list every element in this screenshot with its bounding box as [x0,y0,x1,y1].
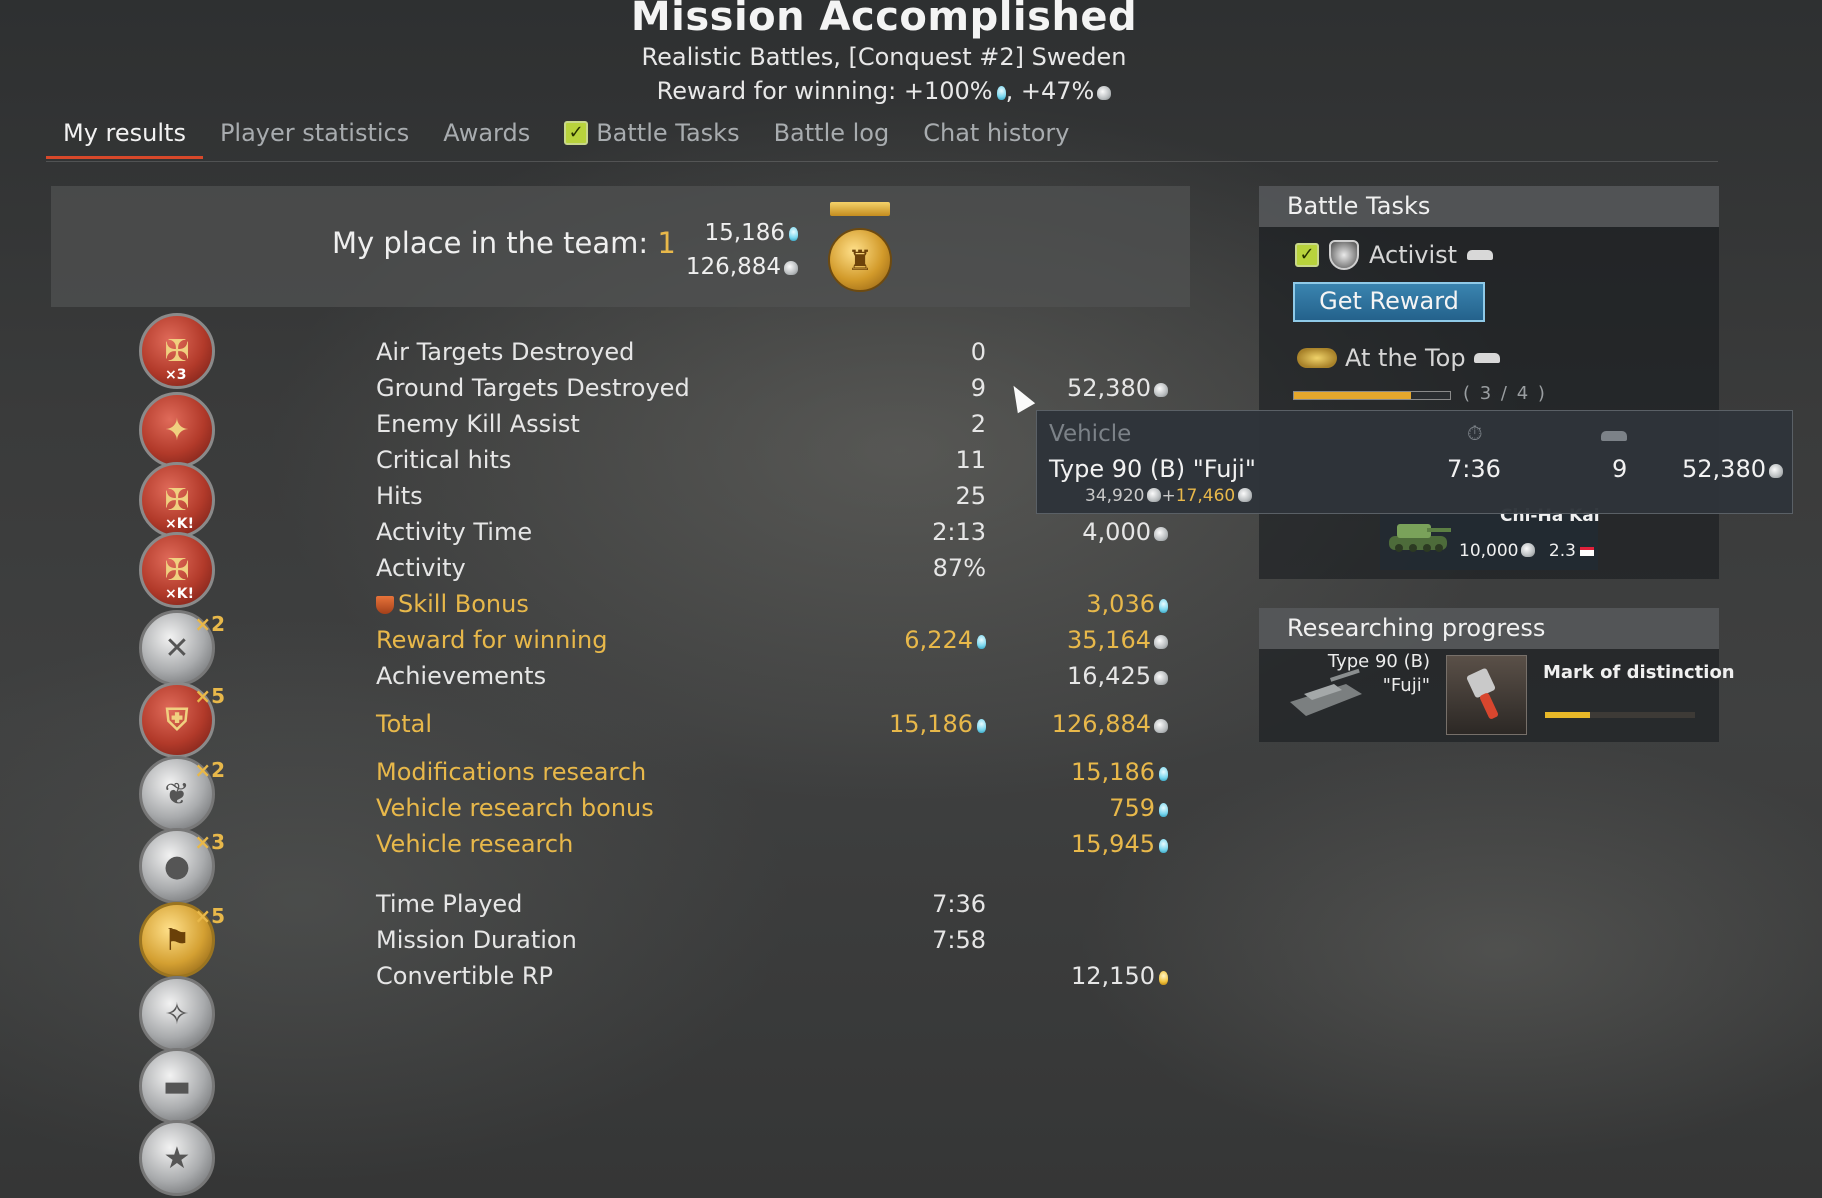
tank-icon [1467,250,1494,260]
medal-ribbon [830,202,890,216]
ground-kills-xk-2-icon[interactable]: ✠ ×K! [139,532,215,608]
task-progress-bar [1293,391,1451,400]
star-medal-icon[interactable]: ★ [139,1120,215,1196]
ground-kills-x3-icon[interactable]: ✠ ×3 [139,313,215,389]
research-progress-fill [1545,712,1590,718]
stat-activity-time: Activity Time 2:13 4,000 [376,518,1186,552]
ground-kills-xk-icon[interactable]: ✠ ×K! [139,462,215,538]
eagle-icon[interactable]: ❦ ×2 [139,756,225,832]
bomb-icon[interactable]: ● ×3 [139,828,225,904]
japan-flag-icon [1579,547,1594,556]
tab-battle-log[interactable]: Battle log [757,115,907,159]
stat-activity: Activity 87% [376,554,986,582]
stat-convertible-rp: Convertible RP 12,150 [376,962,1186,996]
task-progress-text: ( 3 / 4 ) [1463,383,1547,404]
tab-my-results[interactable]: My results [46,115,203,159]
stat-skill-bonus: Skill Bonus 3,036 [376,590,1186,624]
tabs-divider [46,161,1718,162]
reward-sl: +47% [1021,77,1111,105]
gold-flag-icon[interactable]: ⚑ ×5 [139,902,225,978]
tab-awards[interactable]: Awards [426,115,547,159]
results-tabs: My results Player statistics Awards ✓ Ba… [46,115,1086,159]
wreath-icon[interactable]: ✧ [139,976,215,1052]
wings-icon [1297,348,1337,368]
stat-modifications-research: Modifications research 15,186 [376,758,1186,792]
battle-tasks-title: Battle Tasks [1259,186,1719,227]
get-reward-button[interactable]: Get Reward [1293,282,1485,322]
tab-battle-tasks[interactable]: ✓ Battle Tasks [547,115,756,159]
team-place-value: 1 [657,226,676,260]
brush-icon[interactable] [1446,655,1527,735]
stat-air-targets: Air Targets Destroyed 0 [376,338,986,366]
gold-medal-icon: ♜ [828,228,892,292]
shield-icon [1329,240,1359,270]
tank-icon [1389,524,1451,552]
tank-icon [1473,353,1500,363]
page-title: Mission Accomplished [630,0,1138,40]
red-shield-icon[interactable]: ⛨ ×5 [139,682,225,758]
place-sl: 126,884 [680,250,798,284]
stat-total: Total 15,186 126,884 [376,710,1186,744]
stat-mission-duration: Mission Duration 7:58 [376,926,986,954]
checkmark-icon: ✓ [1295,243,1319,267]
research-vehicle-name: Type 90 (B) "Fuji" [1327,651,1430,696]
winning-reward-line: Reward for winning: +100%, +47% [0,77,1768,105]
reward-vehicle-stats: 10,000 2.3 [1459,541,1594,561]
team-place: My place in the team: 1 [332,226,676,260]
crossed-swords-icon[interactable]: ✕ ×2 [139,610,225,686]
task-at-the-top[interactable]: At the Top [1297,344,1500,372]
task-activist[interactable]: ✓ Activist [1295,240,1494,270]
reward-rp: +100% [904,77,1006,105]
timer-icon: ⏱ [1467,421,1483,445]
stat-time-played: Time Played 7:36 [376,890,986,918]
team-place-rewards: 15,186 126,884 [680,216,798,284]
research-progress-bar [1545,712,1695,718]
assist-icon[interactable]: ✦ [139,392,215,468]
research-title: Researching progress [1259,608,1719,649]
mission-subtitle: Realistic Battles, [Conquest #2] Sweden [641,43,1127,71]
tank-icon [1601,431,1627,441]
stat-vehicle-research-bonus: Vehicle research bonus 759 [376,794,1186,828]
checkmark-icon: ✓ [564,121,589,145]
research-item-name: Mark of distinction [1543,662,1735,683]
stat-reward-winning: Reward for winning 6,224 35,164 [376,626,1186,660]
task-progress-fill [1294,392,1411,399]
place-rp: 15,186 [680,216,798,250]
skill-bonus-icon [376,596,394,614]
tab-player-statistics[interactable]: Player statistics [203,115,426,159]
vehicle-tooltip: Vehicle ⏱ Type 90 (B) "Fuji" 7:36 9 52,3… [1036,410,1793,514]
tab-chat-history[interactable]: Chat history [906,115,1086,159]
stat-achievements: Achievements 16,425 [376,662,1186,696]
stat-ground-targets: Ground Targets Destroyed 9 52,380 [376,374,1186,408]
stat-vehicle-research: Vehicle research 15,945 [376,830,1186,864]
tank-medal-icon[interactable]: ▬ [139,1048,215,1124]
